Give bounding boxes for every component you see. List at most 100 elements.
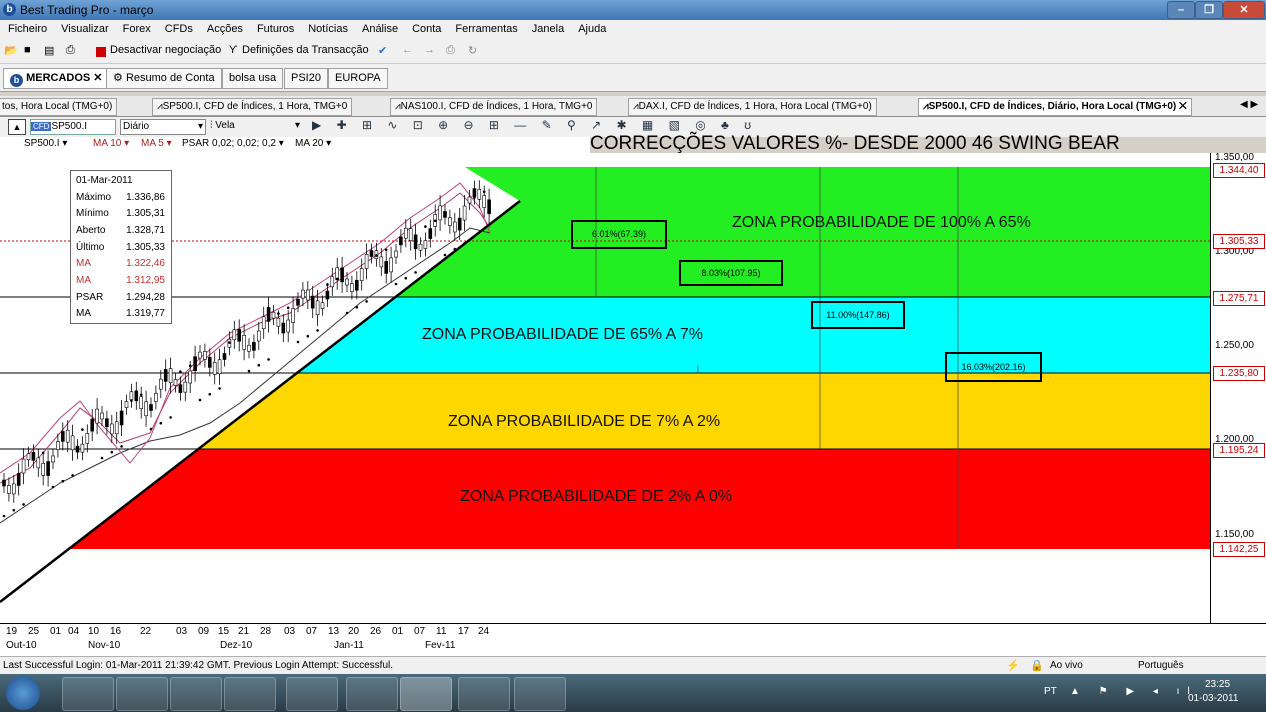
indicator-ma20[interactable]: MA 20 ▾: [295, 138, 331, 149]
menu-forex[interactable]: Forex: [115, 20, 157, 35]
date-axis[interactable]: 19 25 01 04 10 16 22 03 09 15 21 28 03 07 13 20 26 01 07 11…: [0, 623, 1266, 657]
candle-body: [203, 351, 207, 360]
close-tab-icon[interactable]: ✕: [93, 72, 102, 84]
menu-cfds[interactable]: CFDs: [157, 20, 199, 35]
minimize-button[interactable]: –: [1167, 1, 1195, 19]
menu-analise[interactable]: Análise: [354, 20, 404, 35]
chart-tab-dax[interactable]: ⩘DAX.I, CFD de Índices, 1 Hora, Hora Loc…: [628, 98, 877, 116]
chart-tab-label: DAX.I, CFD de Índices, 1 Hora, Hora Loca…: [638, 101, 872, 112]
firefox-icon[interactable]: [458, 677, 510, 711]
media-player-icon[interactable]: [116, 677, 168, 711]
language-status[interactable]: Português: [1138, 660, 1184, 671]
menu-ficheiro[interactable]: Ficheiro: [0, 20, 53, 35]
check-icon[interactable]: ✔: [378, 44, 387, 57]
lock-icon: 🔒: [1030, 660, 1044, 672]
save-all-icon[interactable]: ▤: [44, 44, 54, 57]
candle-body: [100, 412, 104, 420]
explorer-icon[interactable]: [62, 677, 114, 711]
x-day: 21: [238, 626, 250, 637]
indicator-ma10[interactable]: MA 10 ▾: [93, 138, 129, 149]
y-tick: 1.150,00: [1215, 529, 1254, 540]
price-chart[interactable]: ZONA PROBABILIDADE DE 100% A 65% ZONA PR…: [0, 153, 1210, 623]
print-icon[interactable]: ⎙: [66, 44, 75, 57]
menu-accoes[interactable]: Acções: [199, 20, 249, 35]
psar-dot: [345, 311, 349, 315]
candle-body: [12, 483, 16, 495]
tab-resumo-conta[interactable]: ⚙ Resumo de Conta: [106, 68, 222, 89]
drawing-tools[interactable]: ▶ ✚ ⊞ ∿ ⊡ ⊕ ⊖ ⊞ — ✎ ⚲ ↗ ✱ ▦ ▧ ◎ ♣ ʊ: [312, 118, 757, 132]
candle-body: [457, 217, 462, 231]
menu-noticias[interactable]: Notícias: [300, 20, 354, 35]
price-axis[interactable]: 1.350,00 1.344,40 1.300,00 1.305,33 1.27…: [1210, 152, 1266, 623]
back-icon[interactable]: ←: [402, 44, 413, 56]
correction-box-3: 11.00%(147.86): [811, 301, 905, 329]
utorrent-icon[interactable]: [224, 677, 276, 711]
x-day: 10: [88, 626, 100, 637]
collapse-icon[interactable]: ▲: [8, 119, 26, 135]
candle-body: [178, 384, 183, 393]
x-day: 07: [414, 626, 426, 637]
window-title: Best Trading Pro - março: [20, 3, 154, 17]
stop-trading-icon[interactable]: [96, 47, 106, 57]
chart-tab-sp500-1h[interactable]: ⩘SP500.I, CFD de Índices, 1 Hora, TMG+0: [152, 98, 353, 116]
chart-type-value: Vela: [215, 120, 235, 131]
candle-body: [359, 268, 364, 281]
hp-icon[interactable]: [170, 677, 222, 711]
tab-bolsa-usa[interactable]: bolsa usa: [222, 68, 284, 89]
transaction-settings-button[interactable]: Definições da Transacção: [242, 44, 369, 56]
login-status: Last Successful Login: 01-Mar-2011 21:39…: [3, 660, 394, 671]
indicator-symbol[interactable]: SP500.I ▾: [24, 138, 67, 149]
chart-type-select[interactable]: ⫶ Vela ▾: [210, 119, 302, 133]
indicator-ma5[interactable]: MA 5 ▾: [141, 138, 172, 149]
info-key: Último: [76, 242, 105, 253]
tab-psi20[interactable]: PSI20: [284, 68, 328, 89]
best-trading-icon[interactable]: [400, 677, 452, 711]
tab-europa[interactable]: EUROPA: [328, 68, 388, 89]
candle-body: [369, 250, 374, 257]
x-day: 01: [50, 626, 62, 637]
connection-icon[interactable]: ⚡: [1006, 659, 1020, 672]
maximize-button[interactable]: ❐: [1195, 1, 1223, 19]
candle-body: [21, 458, 26, 474]
symbol-selector[interactable]: CFD SP500.I: [30, 119, 116, 135]
info-row-ma2: MA 1.312,95: [76, 275, 168, 286]
psar-dot: [120, 445, 123, 448]
paint-icon[interactable]: [286, 677, 338, 711]
psar-dot: [32, 457, 35, 460]
x-day: 22: [140, 626, 152, 637]
chart-tab-1[interactable]: tos, Hora Local (TMG+0): [0, 98, 118, 116]
menu-visualizar[interactable]: Visualizar: [53, 20, 115, 35]
menu-ajuda[interactable]: Ajuda: [570, 20, 612, 35]
close-button[interactable]: ✕: [1223, 1, 1265, 19]
psar-dot: [22, 503, 25, 506]
start-button[interactable]: [6, 676, 40, 710]
print-preview-icon[interactable]: ⎙: [446, 44, 455, 57]
psar-dot: [335, 277, 339, 281]
menu-janela[interactable]: Janela: [524, 20, 570, 35]
tray-icons[interactable]: ▲ ⚑ ▶ ◂ ıl: [1070, 686, 1198, 697]
candle-body: [75, 445, 80, 453]
indicator-psar[interactable]: PSAR 0,02; 0,02; 0,2 ▾: [182, 138, 284, 149]
candle-body: [60, 431, 65, 442]
psar-dot: [100, 456, 104, 460]
language-indicator[interactable]: PT: [1044, 686, 1057, 697]
period-select[interactable]: Diário ▾: [120, 119, 206, 135]
candle-body: [56, 441, 60, 450]
deactivate-trading-button[interactable]: Desactivar negociação: [110, 44, 221, 56]
save-icon[interactable]: ■: [24, 44, 31, 56]
menu-futuros[interactable]: Futuros: [249, 20, 300, 35]
chart-tab-nas100[interactable]: ⩘NAS100.I, CFD de Índices, 1 Hora, TMG+0: [390, 98, 598, 116]
chart-tab-sp500-daily[interactable]: ⩘SP500.I, CFD de Índices, Diário, Hora L…: [918, 98, 1192, 116]
filter-icon[interactable]: Ƴ: [229, 44, 238, 56]
forward-icon[interactable]: →: [424, 44, 435, 56]
menu-ferramentas[interactable]: Ferramentas: [447, 20, 523, 35]
info-row-last: Último 1.305,33: [76, 242, 168, 253]
tab-scroll-arrows-icon[interactable]: ◀ ▶: [1240, 99, 1258, 110]
menu-conta[interactable]: Conta: [404, 20, 447, 35]
excel-icon[interactable]: [514, 677, 566, 711]
tab-mercados[interactable]: b MERCADOS ✕: [3, 68, 110, 89]
messenger-icon[interactable]: [346, 677, 398, 711]
refresh-icon[interactable]: ↻: [468, 44, 477, 57]
close-tab-icon[interactable]: ✕: [1179, 101, 1187, 112]
open-folder-icon[interactable]: 📂: [4, 44, 18, 57]
